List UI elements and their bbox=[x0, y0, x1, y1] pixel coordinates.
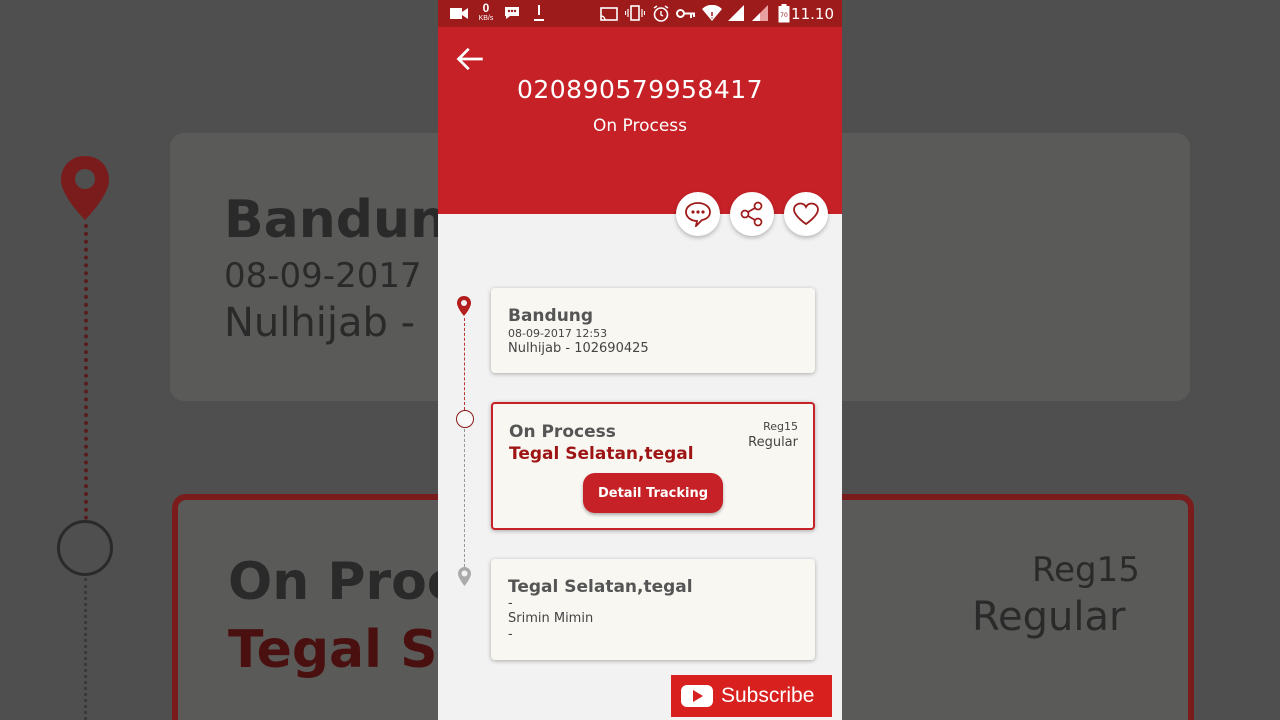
favorite-button[interactable] bbox=[784, 192, 828, 236]
subscribe-button[interactable]: Subscribe bbox=[671, 675, 832, 717]
cast-icon bbox=[600, 7, 618, 21]
clock-time: 11.10 bbox=[791, 5, 834, 23]
wifi-icon bbox=[702, 5, 722, 21]
vpn-key-icon bbox=[676, 9, 695, 18]
current-status: On Process bbox=[509, 422, 616, 442]
bg-location-pin-icon bbox=[61, 156, 109, 220]
bg-active-location: Tegal S bbox=[228, 620, 438, 680]
battery-icon: 70 bbox=[778, 4, 790, 23]
video-icon bbox=[450, 8, 468, 19]
destination-line1: - bbox=[508, 596, 513, 611]
svg-text:70: 70 bbox=[780, 12, 788, 19]
youtube-play-icon bbox=[681, 685, 713, 707]
share-button[interactable] bbox=[730, 192, 774, 236]
subscribe-label: Subscribe bbox=[721, 684, 815, 707]
header-panel: 020890579958417 On Process bbox=[438, 27, 842, 214]
destination-line3: - bbox=[508, 627, 513, 642]
timeline-line-upper bbox=[464, 318, 465, 410]
service-code: Reg15 bbox=[763, 420, 798, 433]
bg-timeline-circle bbox=[57, 520, 113, 576]
download-icon bbox=[534, 5, 544, 21]
origin-person: Nulhijab - 102690425 bbox=[508, 341, 649, 356]
heart-icon bbox=[793, 202, 819, 226]
location-pin-icon bbox=[457, 296, 471, 316]
timeline-card-destination[interactable]: Tegal Selatan,tegal - Srimin Mimin - bbox=[491, 559, 815, 660]
destination-person: Srimin Mimin bbox=[508, 611, 594, 626]
bg-timeline-line bbox=[84, 224, 88, 520]
share-icon bbox=[740, 201, 763, 227]
net-speed-value: 0 bbox=[482, 1, 490, 15]
bg-active-service: Regular bbox=[972, 594, 1126, 640]
net-speed-unit: KB/s bbox=[478, 15, 494, 22]
signal-icon bbox=[728, 5, 744, 21]
timeline-card-origin[interactable]: Bandung 08-09-2017 12:53 Nulhijab - 1026… bbox=[491, 288, 815, 373]
destination-pin-icon bbox=[458, 567, 471, 586]
destination-city: Tegal Selatan,tegal bbox=[508, 577, 693, 597]
bg-active-status: On Proc bbox=[228, 552, 458, 612]
speech-bubble-icon bbox=[685, 202, 711, 227]
comment-button[interactable] bbox=[676, 192, 720, 236]
bg-active-code: Reg15 bbox=[1032, 550, 1140, 590]
bg-origin-date: 08-09-2017 bbox=[224, 256, 422, 296]
origin-datetime: 08-09-2017 12:53 bbox=[508, 327, 608, 340]
origin-city: Bandung bbox=[508, 306, 594, 326]
timeline-current-circle bbox=[456, 410, 474, 428]
bbm-icon bbox=[505, 7, 519, 19]
bg-origin-person: Nulhijab - bbox=[224, 300, 416, 346]
bg-origin-title: Bandun bbox=[224, 190, 448, 250]
timeline-line-lower bbox=[464, 429, 465, 567]
service-name: Regular bbox=[748, 435, 798, 450]
phone-screen: 0 KB/s 70 11.10 020890579958417 On Proce… bbox=[438, 0, 842, 720]
alarm-icon bbox=[653, 5, 669, 22]
vibrate-icon bbox=[625, 5, 645, 21]
shipment-status: On Process bbox=[592, 116, 688, 136]
bg-timeline-line-lower bbox=[84, 578, 87, 720]
tracking-number: 020890579958417 bbox=[516, 75, 764, 104]
current-location: Tegal Selatan,tegal bbox=[509, 444, 694, 464]
status-bar: 0 KB/s 70 11.10 bbox=[438, 0, 842, 27]
signal-weak-icon bbox=[752, 5, 768, 21]
back-arrow-icon[interactable] bbox=[456, 47, 484, 71]
timeline-card-current[interactable]: On Process Tegal Selatan,tegal Reg15 Reg… bbox=[491, 402, 815, 530]
detail-tracking-button[interactable]: Detail Tracking bbox=[583, 473, 723, 513]
net-speed: 0 KB/s bbox=[476, 2, 496, 23]
